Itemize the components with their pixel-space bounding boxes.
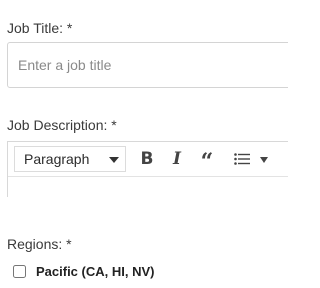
required-mark: * (111, 117, 117, 133)
job-title-label: Job Title: * (7, 20, 72, 36)
job-title-label-text: Job Title: (7, 20, 64, 36)
italic-icon: I (173, 149, 181, 169)
bold-button[interactable]: B (136, 147, 158, 171)
job-title-input[interactable] (7, 42, 288, 88)
block-quote-icon: “ (200, 149, 214, 175)
region-option[interactable]: Pacific (CA, HI, NV) (13, 262, 154, 280)
region-checkbox[interactable] (13, 264, 26, 278)
bold-icon: B (140, 149, 154, 169)
required-mark: * (66, 20, 73, 36)
regions-label: Regions: * (7, 236, 72, 252)
bulleted-list-icon (234, 153, 250, 165)
heading-dropdown[interactable]: Paragraph (14, 146, 126, 172)
heading-dropdown-value: Paragraph (24, 151, 90, 167)
editor-toolbar: Paragraph B I “ (8, 142, 288, 177)
regions-label-text: Regions: (7, 236, 63, 252)
job-description-label: Job Description: * (7, 117, 117, 133)
bulleted-list-button[interactable] (230, 147, 260, 171)
required-mark: * (66, 236, 72, 252)
region-option-label[interactable]: Pacific (CA, HI, NV) (36, 264, 154, 279)
numbered-list-icon[interactable] (286, 150, 288, 168)
job-form: Job Title: * Job Description: * Paragrap… (0, 0, 288, 288)
job-description-label-text: Job Description: (7, 117, 108, 133)
editor-content-area[interactable] (8, 177, 288, 197)
chevron-down-icon (109, 157, 119, 163)
chevron-down-icon[interactable] (260, 157, 268, 163)
block-quote-button[interactable]: “ (196, 147, 218, 175)
job-description-editor: Paragraph B I “ (7, 141, 288, 197)
italic-button[interactable]: I (166, 147, 188, 171)
